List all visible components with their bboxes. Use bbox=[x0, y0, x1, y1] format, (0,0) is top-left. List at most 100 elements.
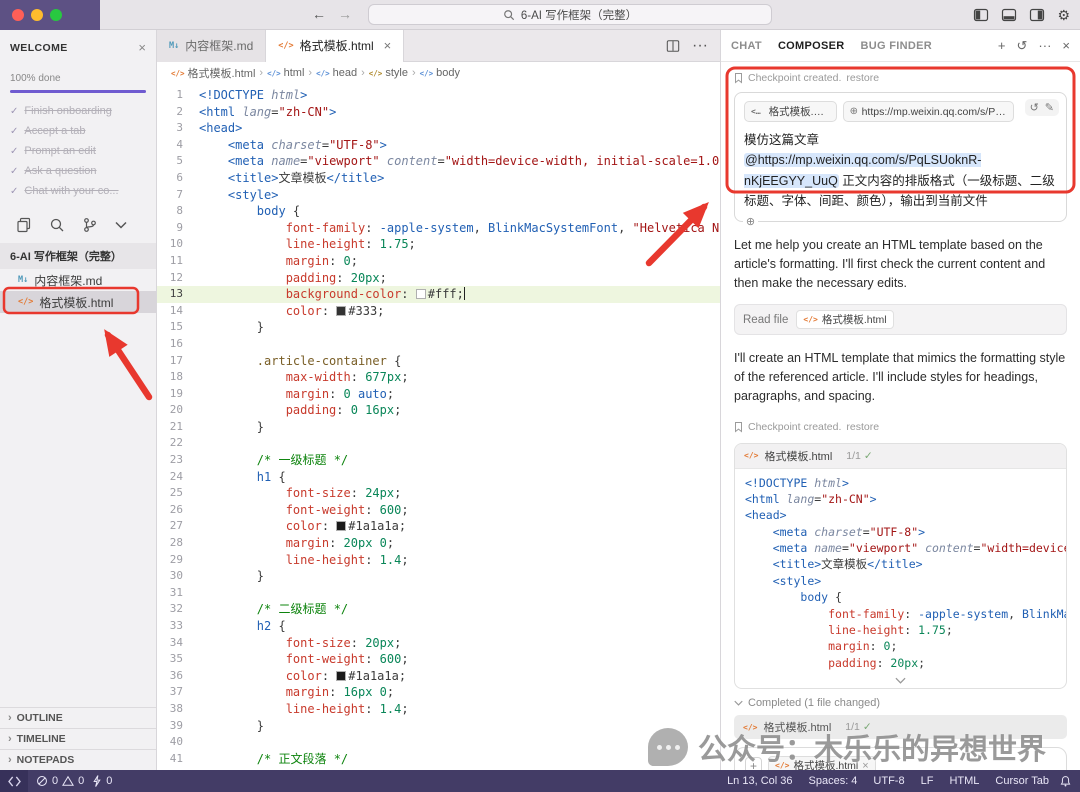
code-line: 17 .article-container { bbox=[157, 353, 720, 370]
color-swatch bbox=[416, 289, 426, 299]
error-count: 0 bbox=[52, 775, 58, 787]
chat-panel: CHAT COMPOSER BUG FINDER + ↺ ··· × Checkpo… bbox=[720, 30, 1080, 770]
breadcrumb-item[interactable]: </>html bbox=[267, 67, 304, 79]
code-line: 16 bbox=[157, 336, 720, 353]
chat-tab-composer[interactable]: COMPOSER bbox=[778, 40, 845, 52]
explorer-root[interactable]: 6-AI 写作框架（完整） bbox=[0, 243, 156, 269]
code-diff-card: </> 格式模板.html 1/1 ✓ <!DOCTYPE html><html… bbox=[734, 443, 1067, 690]
problems-indicator[interactable]: 0 0 bbox=[36, 775, 84, 787]
status-item[interactable]: Cursor Tab bbox=[995, 775, 1049, 787]
edit-message-icon[interactable]: ✎ bbox=[1045, 101, 1054, 114]
editor-tab[interactable]: M↓内容框架.md bbox=[157, 30, 266, 62]
explorer-icon[interactable] bbox=[16, 217, 32, 233]
symbol-icon: </> bbox=[316, 69, 330, 78]
toggle-panel-icon[interactable] bbox=[1001, 7, 1017, 23]
code-line: <title>文章模板</title> bbox=[745, 556, 1056, 572]
watermark-logo-icon bbox=[648, 728, 688, 766]
chat-tab-chat[interactable]: CHAT bbox=[731, 40, 762, 52]
status-item[interactable]: UTF-8 bbox=[873, 775, 904, 787]
close-tab-icon[interactable]: × bbox=[384, 38, 392, 53]
source-control-icon[interactable] bbox=[82, 217, 98, 233]
text-cursor bbox=[464, 287, 466, 300]
close-panel-icon[interactable]: × bbox=[1062, 38, 1070, 53]
expand-code-icon[interactable] bbox=[735, 673, 1066, 688]
code-line: 11 margin: 0; bbox=[157, 253, 720, 270]
breadcrumb-item[interactable]: </>body bbox=[420, 67, 460, 79]
welcome-progress-bar bbox=[10, 90, 146, 93]
editor-more-icon[interactable]: ··· bbox=[692, 37, 708, 55]
code-line: 40 bbox=[157, 734, 720, 751]
code-line: 2<html lang="zh-CN"> bbox=[157, 104, 720, 121]
chevron-down-icon bbox=[734, 700, 743, 706]
status-item[interactable]: LF bbox=[921, 775, 934, 787]
sidebar-section-notepads[interactable]: ›NOTEPADS bbox=[0, 749, 156, 770]
file-item[interactable]: M↓内容框架.md bbox=[0, 269, 156, 291]
read-file-chip[interactable]: </> 格式模板.html bbox=[796, 310, 893, 329]
diff-file-name: 格式模板.html bbox=[764, 448, 832, 464]
breadcrumb-item[interactable]: </>head bbox=[316, 67, 357, 79]
code-editor[interactable]: 1<!DOCTYPE html>2<html lang="zh-CN">3<he… bbox=[157, 85, 720, 770]
check-icon: ✓ bbox=[864, 450, 873, 462]
section-label: TIMELINE bbox=[17, 733, 66, 745]
checkpoint-row: Checkpoint created. restore bbox=[734, 70, 1067, 85]
remote-icon[interactable] bbox=[0, 770, 28, 792]
chat-more-icon[interactable]: ··· bbox=[1038, 38, 1051, 53]
close-welcome-icon[interactable]: × bbox=[138, 40, 146, 55]
titlebar-search[interactable]: 6-AI 写作框架（完整） bbox=[368, 4, 772, 25]
status-item[interactable]: Spaces: 4 bbox=[809, 775, 858, 787]
code-line: 38 line-height: 1.4; bbox=[157, 701, 720, 718]
context-pill-url[interactable]: ⊕ https://mp.weixin.qq.com/s/PqL... bbox=[843, 101, 1014, 122]
welcome-task[interactable]: ✓Accept a tab bbox=[10, 121, 146, 141]
chevron-right-icon: › bbox=[8, 733, 12, 745]
notifications-bell-icon[interactable] bbox=[1059, 775, 1072, 788]
completed-row[interactable]: Completed (1 file changed) bbox=[734, 697, 1067, 709]
zoom-window-button[interactable] bbox=[50, 9, 62, 21]
ports-indicator[interactable]: 0 bbox=[92, 775, 112, 787]
welcome-task[interactable]: ✓Chat with your co... bbox=[10, 181, 146, 201]
search-icon[interactable] bbox=[49, 217, 65, 233]
chevron-down-icon[interactable] bbox=[115, 221, 127, 229]
chat-tab-bug-finder[interactable]: BUG FINDER bbox=[861, 40, 932, 52]
diff-card-header[interactable]: </> 格式模板.html 1/1 ✓ bbox=[735, 444, 1066, 469]
sidebar-section-timeline[interactable]: › TIMELINE bbox=[0, 728, 156, 749]
status-item[interactable]: Ln 13, Col 36 bbox=[727, 775, 792, 787]
welcome-task[interactable]: ✓Finish onboarding bbox=[10, 101, 146, 121]
file-item[interactable]: </>格式模板.html bbox=[0, 291, 156, 313]
new-chat-icon[interactable]: + bbox=[998, 38, 1006, 53]
code-line: 6 <title>文章模板</title> bbox=[157, 170, 720, 187]
warning-icon bbox=[62, 775, 74, 787]
checkpoint-label: Checkpoint created. bbox=[748, 421, 841, 433]
breadcrumb-item[interactable]: </>style bbox=[369, 67, 408, 79]
editor-tab[interactable]: </>格式模板.html× bbox=[266, 30, 404, 62]
context-pill-file[interactable]: </> 格式模板.html bbox=[744, 101, 837, 122]
toggle-primary-sidebar-icon[interactable] bbox=[973, 7, 989, 23]
restore-link[interactable]: restore bbox=[846, 72, 879, 84]
watermark: 公众号：木乐乐的异想世界 bbox=[648, 726, 1046, 768]
history-icon[interactable]: ↺ bbox=[1017, 38, 1028, 54]
split-editor-icon[interactable] bbox=[666, 39, 680, 53]
reapply-icon[interactable]: ↺ bbox=[1030, 101, 1039, 114]
welcome-task[interactable]: ✓Ask a question bbox=[10, 161, 146, 181]
code-line: <!DOCTYPE html> bbox=[745, 475, 1056, 491]
sidebar-section-outline[interactable]: ›OUTLINE bbox=[0, 707, 156, 728]
chevron-right-icon: › bbox=[8, 754, 12, 766]
close-window-button[interactable] bbox=[12, 9, 24, 21]
file-type-icon: </> bbox=[278, 41, 293, 51]
welcome-task[interactable]: ✓Prompt an edit bbox=[10, 141, 146, 161]
user-message-text: 模仿这篇文章 @https://mp.weixin.qq.com/s/PqLSU… bbox=[744, 130, 1057, 211]
check-icon: ✓ bbox=[10, 126, 18, 137]
toggle-secondary-sidebar-icon[interactable] bbox=[1029, 7, 1045, 23]
breadcrumb-item[interactable]: </>格式模板.html bbox=[171, 65, 255, 81]
history-forward-button[interactable]: → bbox=[338, 6, 352, 22]
web-icon[interactable]: ⊕ bbox=[743, 215, 758, 230]
settings-gear-icon[interactable]: ⚙ bbox=[1057, 5, 1070, 25]
editor-area: M↓内容框架.md</>格式模板.html× ··· </>格式模板.html›… bbox=[157, 30, 720, 770]
breadcrumb-label: style bbox=[385, 67, 408, 79]
pill-label: 格式模板.html bbox=[769, 104, 830, 119]
status-item[interactable]: HTML bbox=[949, 775, 979, 787]
minimize-window-button[interactable] bbox=[31, 9, 43, 21]
read-file-box[interactable]: Read file </> 格式模板.html bbox=[734, 304, 1067, 335]
code-line: 37 margin: 16px 0; bbox=[157, 684, 720, 701]
restore-link[interactable]: restore bbox=[846, 421, 879, 433]
history-back-button[interactable]: ← bbox=[312, 6, 326, 22]
